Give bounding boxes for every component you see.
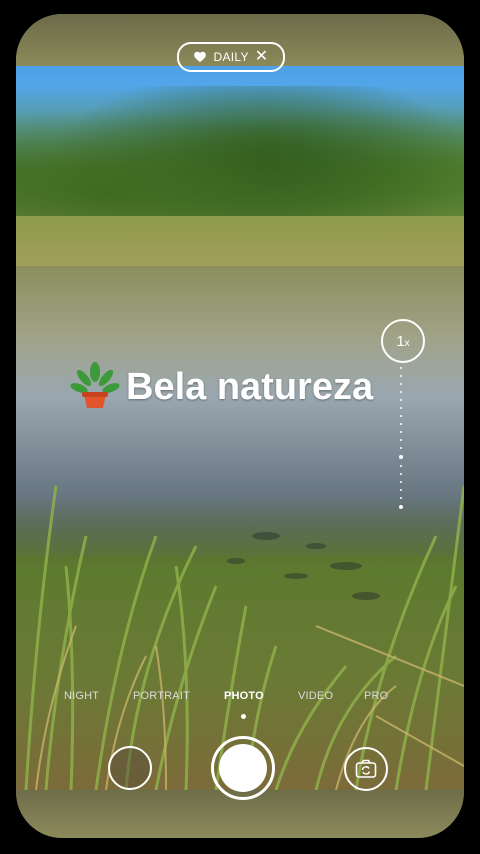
- mode-video[interactable]: VIDEO: [298, 690, 333, 702]
- active-mode-indicator: [241, 714, 246, 719]
- daily-badge[interactable]: DAILY ✕: [177, 42, 285, 72]
- close-icon[interactable]: ✕: [255, 49, 269, 65]
- shutter-button[interactable]: [211, 736, 275, 800]
- zoom-button[interactable]: 1x: [381, 319, 425, 363]
- camera-viewfinder: [16, 14, 464, 838]
- badge-label: DAILY: [213, 50, 249, 64]
- camera-flip-button[interactable]: [344, 747, 388, 791]
- mode-night[interactable]: NIGHT: [64, 690, 99, 702]
- camera-preview[interactable]: [16, 66, 464, 790]
- potted-plant-icon: [70, 362, 120, 408]
- caption-text: Bela natureza: [126, 365, 374, 408]
- gallery-thumbnail-icon[interactable]: [108, 746, 152, 790]
- shutter-icon: [219, 744, 267, 792]
- zoom-slider[interactable]: [399, 366, 403, 511]
- camera-mode-bar: NIGHT PORTRAIT PHOTO VIDEO PRO: [0, 690, 480, 710]
- mode-portrait[interactable]: PORTRAIT: [133, 690, 190, 702]
- heart-icon: [194, 51, 207, 63]
- mode-pro[interactable]: PRO: [364, 690, 388, 702]
- sticker-caption[interactable]: Bela natureza: [70, 362, 373, 412]
- zoom-value: 1: [396, 332, 405, 350]
- mode-photo[interactable]: PHOTO: [224, 690, 264, 702]
- zoom-unit: x: [404, 337, 410, 349]
- camera-flip-icon: [355, 759, 377, 778]
- grass-blades: [24, 485, 464, 790]
